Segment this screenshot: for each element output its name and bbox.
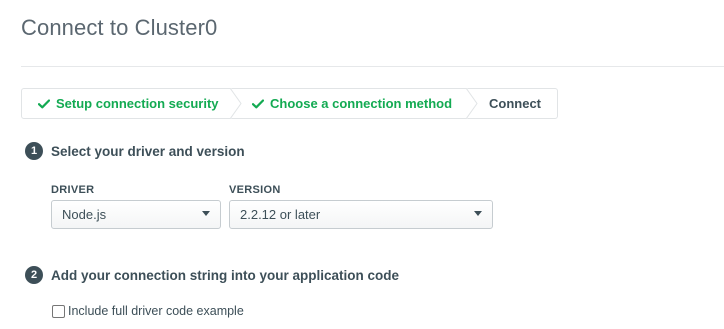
caret-down-icon (474, 211, 482, 216)
step-separator-chevron-icon (230, 88, 242, 119)
step-label: Setup connection security (56, 96, 219, 111)
step-label: Connect (489, 96, 541, 111)
caret-down-icon (202, 211, 210, 216)
version-label: VERSION (229, 184, 281, 196)
step-choose-connection-method[interactable]: Choose a connection method (236, 88, 478, 119)
include-full-driver-code-option[interactable]: Include full driver code example (52, 304, 244, 318)
connect-modal: Connect to Cluster0 Setup connection sec… (0, 0, 724, 329)
step-connect[interactable]: Connect (472, 89, 557, 118)
driver-label: DRIVER (51, 184, 95, 196)
checkbox-label[interactable]: Include full driver code example (68, 304, 244, 318)
connection-steps-breadcrumb: Setup connection security Choose a conne… (21, 88, 558, 119)
version-select-value: 2.2.12 or later (240, 207, 321, 222)
section-select-driver: 1 Select your driver and version (25, 142, 245, 160)
driver-select[interactable]: Node.js (51, 200, 221, 229)
title-divider (21, 66, 724, 67)
step-label: Choose a connection method (270, 96, 453, 111)
checkmark-icon (252, 98, 264, 109)
section-title: Select your driver and version (51, 143, 245, 159)
step-number-badge: 1 (25, 142, 43, 160)
modal-title: Connect to Cluster0 (21, 15, 218, 40)
version-select[interactable]: 2.2.12 or later (229, 200, 493, 229)
section-title: Add your connection string into your app… (51, 267, 400, 283)
step-setup-connection-security[interactable]: Setup connection security (22, 88, 242, 119)
step-separator-chevron-icon (466, 88, 478, 119)
include-driver-code-checkbox[interactable] (52, 304, 65, 318)
checkmark-icon (38, 98, 50, 109)
driver-select-value: Node.js (62, 207, 107, 222)
step-number-badge: 2 (25, 266, 43, 284)
section-connection-string: 2 Add your connection string into your a… (25, 266, 399, 284)
